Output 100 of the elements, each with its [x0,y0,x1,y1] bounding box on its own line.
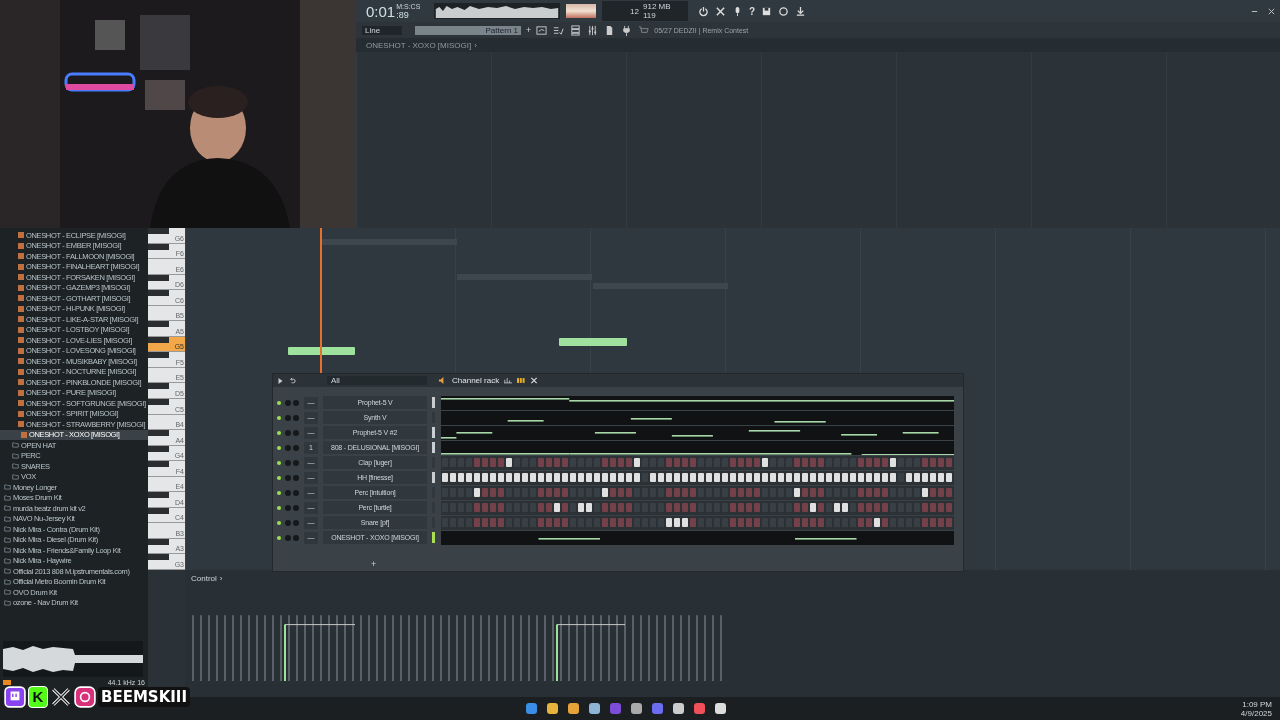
step-button[interactable] [634,458,640,467]
step-button[interactable] [538,458,544,467]
step-button[interactable] [922,503,928,512]
step-button[interactable] [946,458,952,467]
step-button[interactable] [738,503,744,512]
step-button[interactable] [858,488,864,497]
step-button[interactable] [914,473,920,482]
step-button[interactable] [554,503,560,512]
step-button[interactable] [938,473,944,482]
step-button[interactable] [690,488,696,497]
step-button[interactable] [794,503,800,512]
step-button[interactable] [466,473,472,482]
step-button[interactable] [602,488,608,497]
step-button[interactable] [490,473,496,482]
step-button[interactable] [890,458,896,467]
step-button[interactable] [474,488,480,497]
step-button[interactable] [874,473,880,482]
step-button[interactable] [754,503,760,512]
step-button[interactable] [562,473,568,482]
step-button[interactable] [770,473,776,482]
step-button[interactable] [922,473,928,482]
step-button[interactable] [674,503,680,512]
step-button[interactable] [930,488,936,497]
cross-icon[interactable] [715,5,726,17]
step-button[interactable] [738,458,744,467]
step-button[interactable] [674,518,680,527]
app-icon[interactable] [715,703,726,714]
step-button[interactable] [842,473,848,482]
step-button[interactable] [794,488,800,497]
mute-led[interactable] [277,475,281,480]
channel-select-indicator[interactable] [432,442,435,453]
step-button[interactable] [882,503,888,512]
step-button[interactable] [730,518,736,527]
cart-icon[interactable] [638,24,650,36]
mute-led[interactable] [277,400,281,405]
pan-knob[interactable] [285,519,291,526]
step-button[interactable] [938,488,944,497]
step-button[interactable] [538,503,544,512]
step-button[interactable] [498,473,504,482]
step-button[interactable] [690,518,696,527]
step-button[interactable] [946,503,952,512]
step-button[interactable] [730,503,736,512]
pan-knob[interactable] [285,429,291,436]
step-button[interactable] [786,473,792,482]
pan-knob[interactable] [285,534,291,541]
close-icon[interactable] [530,377,539,384]
step-button[interactable] [482,518,488,527]
step-button[interactable] [610,503,616,512]
step-button[interactable] [506,458,512,467]
step-button[interactable] [618,458,624,467]
step-button[interactable] [826,473,832,482]
app-icon[interactable] [589,703,600,714]
step-button[interactable] [858,503,864,512]
step-button[interactable] [754,518,760,527]
pan-knob[interactable] [285,504,291,511]
step-button[interactable] [946,518,952,527]
step-button[interactable] [778,473,784,482]
mute-led[interactable] [277,505,281,510]
step-button[interactable] [946,473,952,482]
mixer-icon[interactable] [587,24,599,36]
mute-led[interactable] [277,460,281,465]
step-button[interactable] [506,473,512,482]
save-icon[interactable] [761,5,773,17]
step-button[interactable] [666,503,672,512]
step-button[interactable] [746,488,752,497]
volume-knob[interactable] [293,444,299,451]
step-button[interactable] [858,518,864,527]
step-button[interactable] [562,458,568,467]
volume-knob[interactable] [293,399,299,406]
undo-icon[interactable] [289,376,296,385]
event-editor-label[interactable]: Control [191,574,217,583]
step-button[interactable] [882,488,888,497]
step-button[interactable] [818,458,824,467]
step-button[interactable] [626,518,632,527]
step-button[interactable] [930,473,936,482]
mute-led[interactable] [277,520,281,525]
step-button[interactable] [874,488,880,497]
step-button[interactable] [754,473,760,482]
step-button[interactable] [522,473,528,482]
step-button[interactable] [618,518,624,527]
volume-knob[interactable] [293,504,299,511]
step-button[interactable] [666,473,672,482]
step-button[interactable] [866,458,872,467]
step-button[interactable] [810,488,816,497]
step-button[interactable] [746,458,752,467]
step-button[interactable] [938,503,944,512]
app-icon[interactable] [526,703,537,714]
pan-knob[interactable] [285,444,291,451]
step-button[interactable] [482,458,488,467]
step-button[interactable] [834,503,840,512]
step-button[interactable] [818,473,824,482]
step-button[interactable] [626,503,632,512]
step-button[interactable] [490,458,496,467]
step-button[interactable] [738,488,744,497]
step-button[interactable] [674,488,680,497]
channel-rack-icon[interactable] [570,24,582,36]
step-button[interactable] [514,473,520,482]
mute-led[interactable] [277,430,281,435]
channel-select-indicator[interactable] [432,472,435,483]
step-button[interactable] [562,518,568,527]
